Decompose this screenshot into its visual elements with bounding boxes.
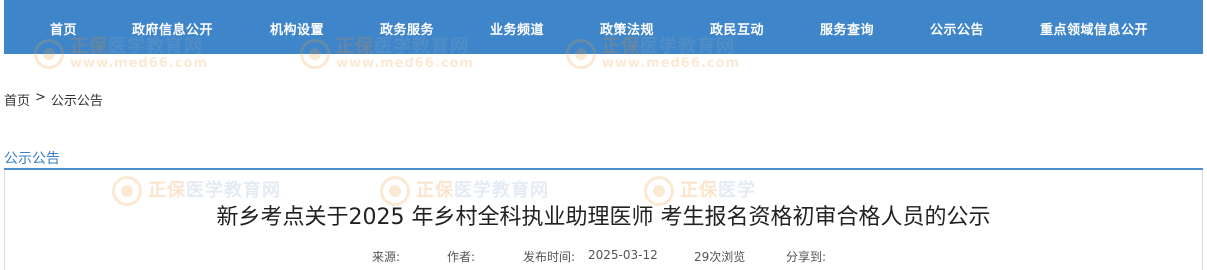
nav-item-interaction[interactable]: 政民互动 [710, 19, 764, 38]
nav-item-gov-info[interactable]: 政府信息公开 [132, 19, 213, 38]
nav-item-key-info[interactable]: 重点领域信息公开 [1040, 19, 1148, 38]
view-count: 29次浏览 [694, 250, 746, 264]
breadcrumb-home-link[interactable]: 首页 [4, 90, 30, 109]
publish-date: 2025-03-12 [588, 248, 658, 262]
page: 首页 政府信息公开 机构设置 政务服务 业务频道 政策法规 政民互动 服务查询 … [0, 0, 1207, 270]
nav-item-policies[interactable]: 政策法规 [600, 19, 654, 38]
nav-item-gov-services[interactable]: 政务服务 [380, 19, 434, 38]
breadcrumb-current-link[interactable]: 公示公告 [51, 90, 103, 109]
article-meta: 来源: 作者: 发布时间: 2025-03-12 29次浏览 分享到: [0, 248, 1207, 266]
share-label: 分享到: [786, 250, 827, 264]
author-label: 作者: [447, 250, 476, 264]
nav-item-organization[interactable]: 机构设置 [270, 19, 324, 38]
section-title: 公示公告 [4, 151, 60, 167]
watermark-url: www.med66.com [602, 55, 741, 71]
nav-item-announcements[interactable]: 公示公告 [930, 19, 984, 38]
breadcrumb-separator: > [35, 90, 46, 105]
source-label: 来源: [372, 250, 401, 264]
publish-date-label: 发布时间: [523, 250, 576, 264]
watermark-url: www.med66.com [70, 55, 209, 71]
nav-item-home[interactable]: 首页 [50, 19, 77, 38]
nav-item-service-query[interactable]: 服务查询 [820, 19, 874, 38]
nav-item-business[interactable]: 业务频道 [490, 19, 544, 38]
watermark-url: www.med66.com [336, 55, 475, 71]
article-title: 新乡考点关于2025 年乡村全科执业助理医师 考生报名资格初审合格人员的公示 [216, 205, 991, 230]
breadcrumb: 首页 > 公示公告 [4, 90, 103, 109]
top-nav: 首页 政府信息公开 机构设置 政务服务 业务频道 政策法规 政民互动 服务查询 … [4, 0, 1203, 54]
